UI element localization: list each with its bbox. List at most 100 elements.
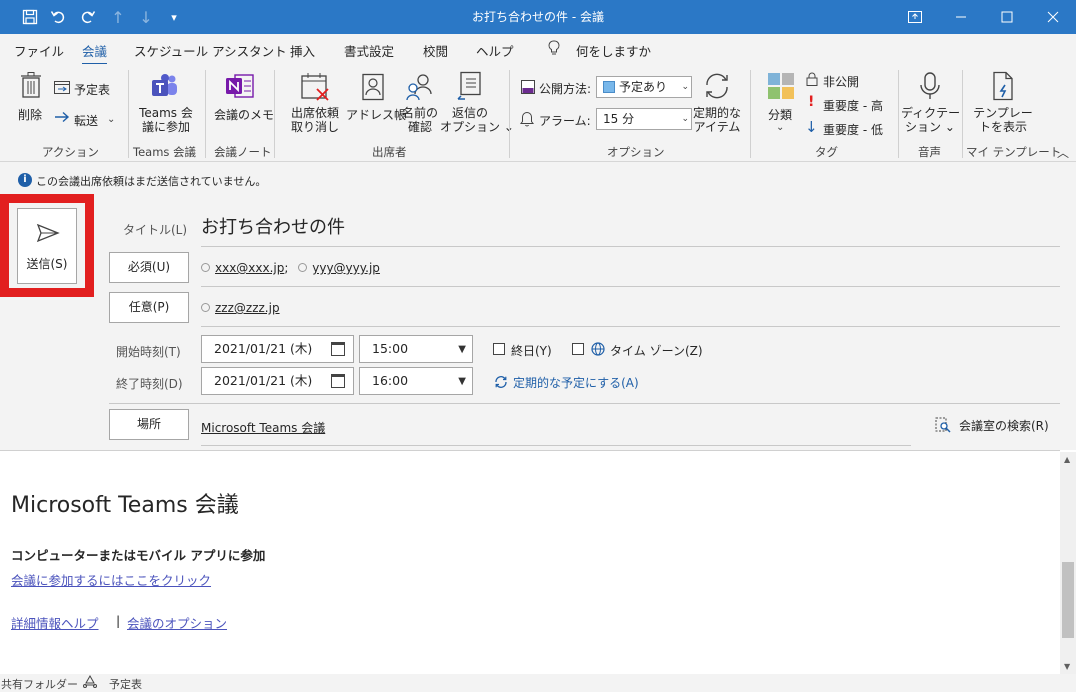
dictate-button[interactable]: ディクテー ション ⌄: [901, 106, 960, 134]
chevron-down-icon[interactable]: ⌄: [107, 114, 115, 125]
join-teams-meeting-button[interactable]: Teams 会議に参加: [130, 106, 202, 134]
subject-underline: [201, 246, 1060, 247]
location-button[interactable]: 場所: [109, 409, 189, 440]
info-icon: i: [18, 173, 32, 187]
join-meeting-link[interactable]: 会議に参加するにはここをクリック: [11, 570, 211, 589]
start-time-value: 15:00: [372, 341, 409, 356]
high-importance-button[interactable]: 重要度 - 高: [823, 97, 883, 114]
end-time-dropdown[interactable]: 16:00 ▼: [359, 367, 473, 395]
tab-insert[interactable]: 挿入: [290, 41, 315, 60]
onenote-icon[interactable]: [224, 72, 256, 100]
low-importance-icon: ↓: [805, 118, 818, 136]
address-book-icon[interactable]: [360, 72, 386, 102]
tab-format-text[interactable]: 書式設定: [344, 41, 394, 60]
title-label: タイトル(L): [123, 223, 188, 237]
location-field[interactable]: Microsoft Teams 会議: [201, 419, 325, 436]
tab-meeting[interactable]: 会議: [82, 41, 108, 66]
minimize-icon[interactable]: [938, 0, 984, 34]
categorize-button[interactable]: 分類: [768, 106, 792, 123]
make-recurring-link[interactable]: 定期的な予定にする(A): [513, 374, 639, 391]
required-attendees-field[interactable]: xxx@xxx.jp; yyy@yyy.jp: [201, 261, 380, 275]
meeting-options-link[interactable]: 会議のオプション: [127, 613, 227, 632]
recurrence-line2: アイテム: [693, 120, 741, 134]
check-names-line1: 名前の: [401, 106, 438, 120]
categorize-icon[interactable]: [766, 71, 796, 101]
reminder-value: 15 分: [603, 112, 635, 126]
location-value: Microsoft Teams 会議: [201, 421, 326, 435]
trash-icon[interactable]: [18, 70, 44, 100]
info-bar-text: この会議出席依頼はまだ送信されていません。: [36, 175, 267, 188]
meeting-notes-button[interactable]: 会議のメモ: [214, 106, 274, 123]
optional-attendees-button[interactable]: 任意(P): [109, 292, 189, 323]
cancel-invitation-icon[interactable]: [300, 72, 330, 102]
show-as-dropdown[interactable]: 予定あり ⌄: [596, 76, 692, 98]
template-icon[interactable]: [990, 70, 1018, 102]
forward-button[interactable]: 転送: [74, 112, 98, 129]
optional-attendee-1[interactable]: zzz@zzz.jp: [215, 301, 280, 315]
join-teams-line1: Teams 会: [139, 106, 193, 120]
close-icon[interactable]: [1030, 0, 1076, 34]
required-attendees-button[interactable]: 必須(U): [109, 252, 189, 283]
end-date-picker[interactable]: 2021/01/21 (木): [201, 367, 354, 395]
show-as-icon: [521, 80, 535, 94]
shared-folder-label: 共有フォルダー: [1, 678, 78, 691]
all-day-checkbox[interactable]: [493, 343, 505, 355]
ribbon-display-icon[interactable]: [892, 0, 938, 34]
body-scrollbar[interactable]: ▲ ▼: [1060, 452, 1076, 674]
tab-review[interactable]: 校閲: [423, 41, 448, 60]
scrollbar-thumb[interactable]: [1062, 562, 1074, 638]
divider: [274, 70, 275, 158]
presence-icon: [201, 303, 210, 312]
show-as-label: 公開方法:: [539, 82, 592, 96]
send-button[interactable]: 送信(S): [17, 208, 77, 284]
chevron-down-icon[interactable]: ⌄: [776, 122, 784, 133]
divider: [205, 70, 206, 158]
teams-icon[interactable]: [150, 72, 180, 100]
chevron-down-icon: ▼: [458, 344, 466, 355]
room-finder-button[interactable]: 会議室の検索(R): [959, 417, 1049, 434]
divider: [898, 70, 899, 158]
delete-button[interactable]: 削除: [18, 106, 42, 123]
recurrence-icon[interactable]: [702, 71, 732, 101]
maximize-icon[interactable]: [984, 0, 1030, 34]
cancel-invitation-line1: 出席依頼: [290, 106, 339, 120]
group-label-teams: Teams 会議: [133, 145, 197, 159]
subject-input[interactable]: お打ち合わせの件: [201, 213, 345, 239]
tab-help[interactable]: ヘルプ: [476, 41, 514, 60]
high-importance-icon: !: [808, 94, 815, 110]
time-zone-checkbox[interactable]: [572, 343, 584, 355]
response-options-button[interactable]: 返信の オプション ⌄: [440, 106, 514, 134]
scroll-up-icon[interactable]: ▲: [1064, 455, 1070, 464]
private-button[interactable]: 非公開: [823, 73, 859, 90]
divider: [109, 403, 1060, 404]
reminder-dropdown[interactable]: 15 分 ⌄: [596, 108, 692, 130]
tab-scheduling-assistant[interactable]: スケジュール アシスタント: [134, 41, 287, 60]
templates-line2: トを表示: [978, 120, 1027, 134]
start-date-picker[interactable]: 2021/01/21 (木): [201, 335, 354, 363]
calendar-button[interactable]: 予定表: [74, 81, 110, 98]
response-options-icon[interactable]: [455, 70, 483, 102]
check-names-icon[interactable]: [405, 72, 435, 102]
calendar-icon: [331, 374, 345, 388]
check-names-line2: 確認: [407, 120, 432, 134]
optional-attendees-field[interactable]: zzz@zzz.jp: [201, 301, 280, 315]
view-templates-button[interactable]: テンプレー トを表示: [970, 106, 1036, 134]
start-time-dropdown[interactable]: 15:00 ▼: [359, 335, 473, 363]
microphone-icon[interactable]: [918, 70, 942, 102]
recurrence-button[interactable]: 定期的な アイテム: [690, 106, 744, 134]
cancel-invitation-button[interactable]: 出席依頼 取り消し: [280, 106, 350, 134]
tab-file[interactable]: ファイル: [14, 41, 64, 60]
check-names-button[interactable]: 名前の 確認: [398, 106, 442, 134]
learn-more-link[interactable]: 詳細情報ヘルプ: [11, 613, 99, 632]
chevron-down-icon: ⌄: [681, 114, 689, 124]
tell-me-search[interactable]: 何をしますか: [576, 41, 651, 60]
required-attendee-2[interactable]: yyy@yyy.jp: [312, 261, 380, 275]
all-day-label: 終日(Y): [511, 344, 552, 358]
address-book-button[interactable]: アドレス帳: [346, 106, 406, 123]
send-label: 送信(S): [26, 257, 68, 271]
time-zone-label: タイム ゾーン(Z): [610, 344, 703, 358]
collapse-ribbon-icon[interactable]: ︿: [1057, 144, 1069, 161]
required-attendee-1[interactable]: xxx@xxx.jp: [215, 261, 284, 275]
low-importance-button[interactable]: 重要度 - 低: [823, 121, 883, 138]
scroll-down-icon[interactable]: ▼: [1064, 662, 1070, 671]
